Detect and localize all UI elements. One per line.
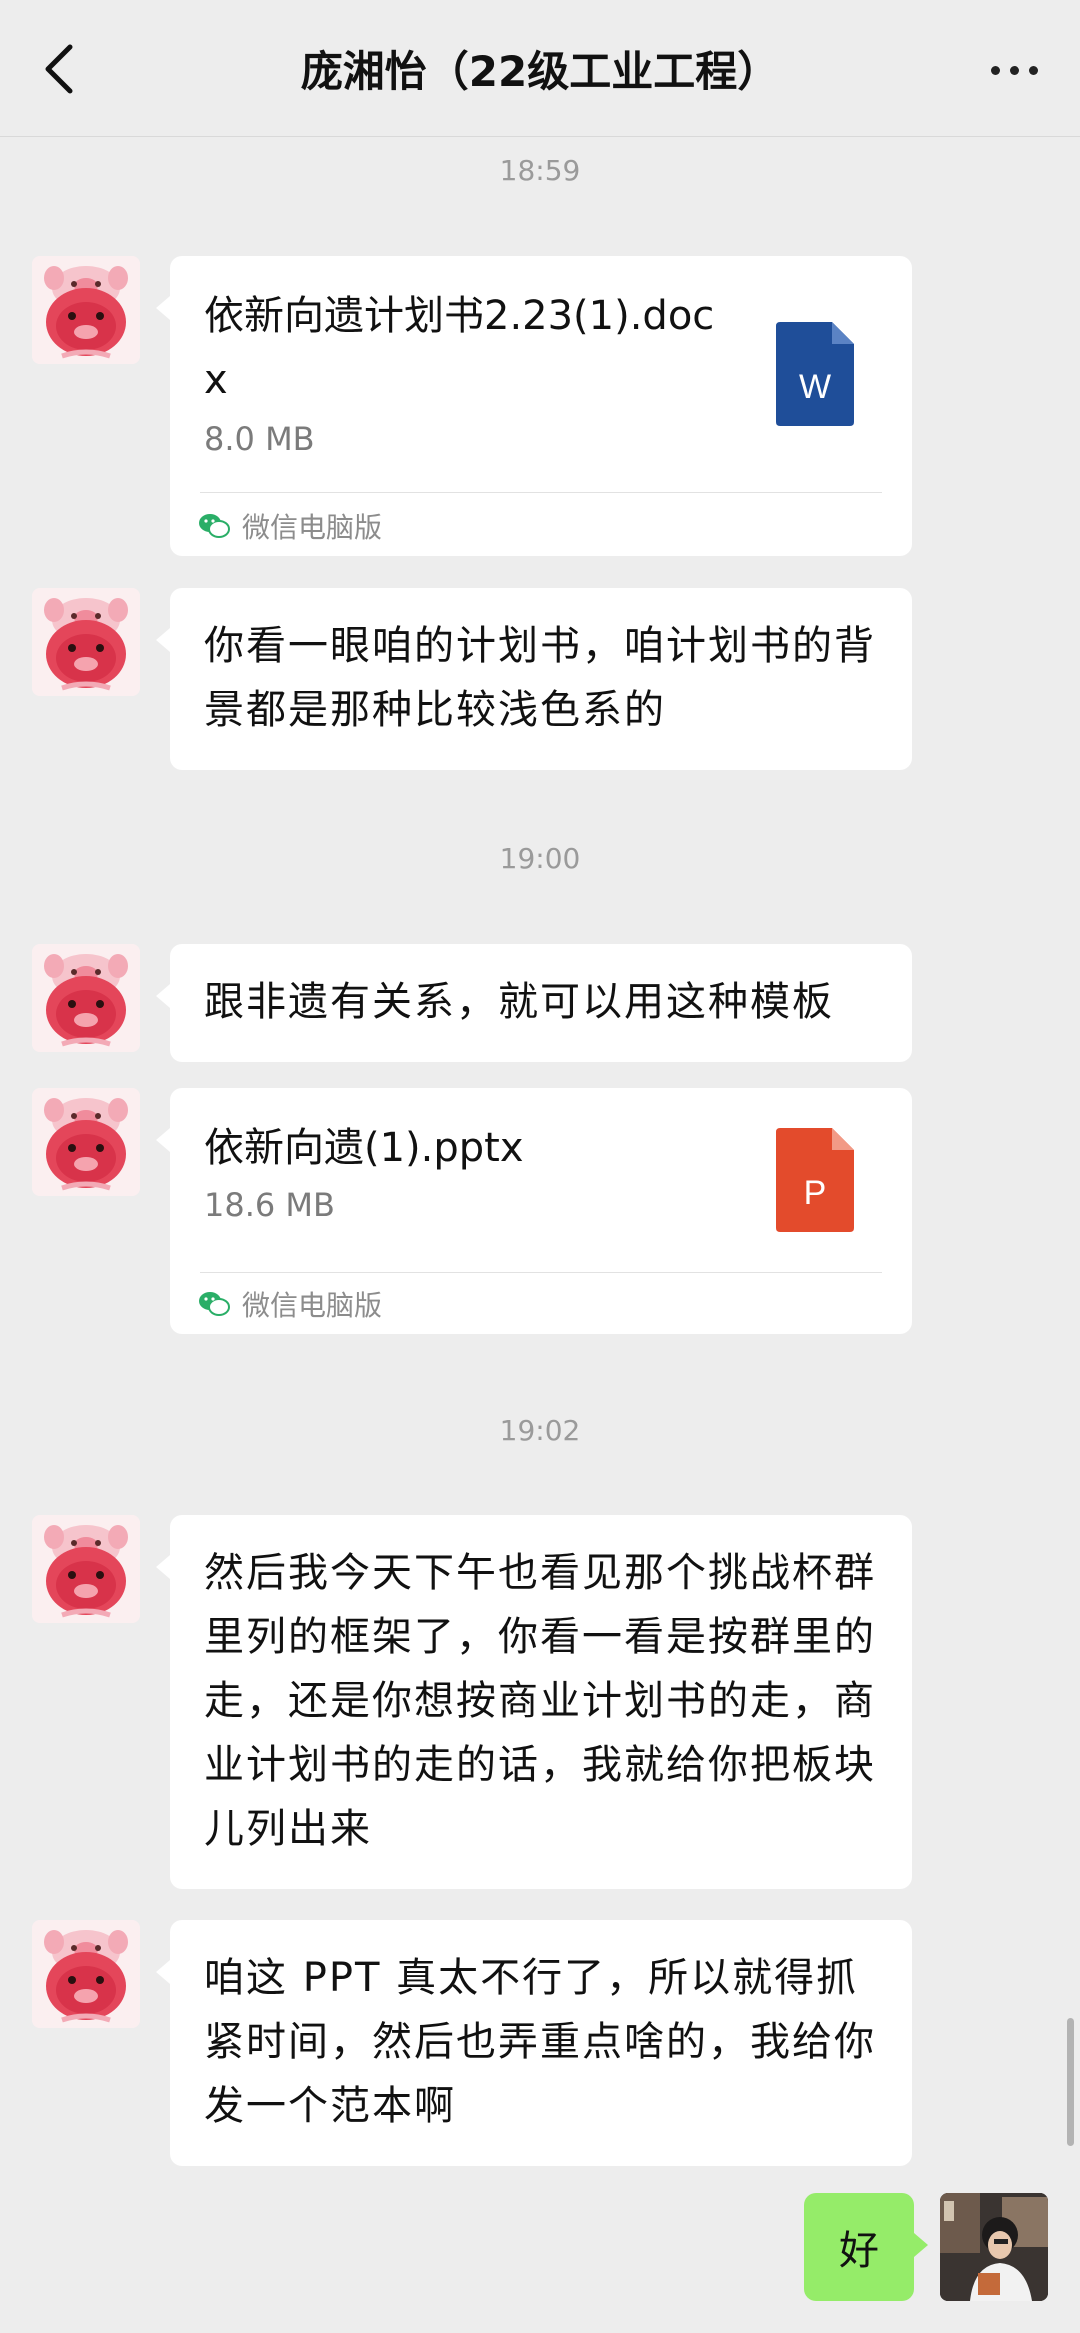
contact-avatar[interactable] <box>32 1088 140 1196</box>
more-dot-icon <box>1009 65 1019 75</box>
file-message[interactable]: 依新向遗(1).pptx 18.6 MB P 微信电脑版 <box>156 1088 912 1334</box>
more-options-button[interactable] <box>974 40 1054 100</box>
message-timestamp: 18:59 <box>499 154 581 187</box>
message-timestamp: 19:02 <box>499 1414 581 1447</box>
contact-avatar[interactable] <box>32 1515 140 1623</box>
more-dot-icon <box>1028 65 1038 75</box>
word-file-icon: W <box>776 322 854 426</box>
chat-header: 庞湘怡（22级工业工程） <box>0 0 1080 137</box>
text-message[interactable]: 跟非遗有关系，就可以用这种模板 <box>156 944 912 1062</box>
text-message[interactable]: 咱这 PPT 真太不行了，所以就得抓紧时间，然后也弄重点啥的，我给你发一个范本啊 <box>156 1920 912 2166</box>
my-avatar[interactable] <box>940 2193 1048 2301</box>
text-message[interactable]: 然后我今天下午也看见那个挑战杯群里列的框架了，你看一看是按群里的走，还是你想按商… <box>156 1515 912 1889</box>
contact-avatar[interactable] <box>32 256 140 364</box>
contact-avatar[interactable] <box>32 944 140 1052</box>
message-timestamp: 19:00 <box>499 842 581 875</box>
file-source: 微信电脑版 <box>198 506 382 546</box>
back-button[interactable] <box>30 34 90 104</box>
file-source: 微信电脑版 <box>198 1284 382 1324</box>
file-source-label: 微信电脑版 <box>242 1289 383 1322</box>
divider <box>200 1272 882 1273</box>
pig-avatar-icon <box>32 944 140 1052</box>
wechat-icon <box>199 1292 230 1316</box>
contact-avatar[interactable] <box>32 588 140 696</box>
pig-avatar-icon <box>32 1515 140 1623</box>
text-message[interactable]: 你看一眼咱的计划书，咱计划书的背景都是那种比较浅色系的 <box>156 588 912 770</box>
wechat-icon <box>199 514 230 538</box>
svg-text:W: W <box>799 368 831 406</box>
file-name: 依新向遗(1).pptx <box>204 1125 524 1171</box>
powerpoint-file-icon: P <box>776 1128 854 1232</box>
file-name: 依新向遗计划书2.23(1).docx <box>204 293 715 403</box>
contact-avatar[interactable] <box>32 1920 140 2028</box>
my-text-message[interactable]: 好 <box>804 2193 928 2301</box>
user-photo-icon <box>940 2193 1048 2301</box>
scrollbar[interactable] <box>1067 2018 1074 2146</box>
file-message[interactable]: 依新向遗计划书2.23(1).docx 8.0 MB W 微信电脑版 <box>156 256 912 556</box>
pig-avatar-icon <box>32 1088 140 1196</box>
pig-avatar-icon <box>32 588 140 696</box>
pig-avatar-icon <box>32 1920 140 2028</box>
file-size: 18.6 MB <box>204 1186 335 1224</box>
pig-avatar-icon <box>32 256 140 364</box>
more-dot-icon <box>990 65 1000 75</box>
svg-text:P: P <box>804 1174 827 1212</box>
divider <box>200 492 882 493</box>
file-source-label: 微信电脑版 <box>242 511 383 544</box>
chevron-left-icon <box>45 44 73 94</box>
file-size: 8.0 MB <box>204 420 315 458</box>
chat-title: 庞湘怡（22级工业工程） <box>300 47 780 96</box>
